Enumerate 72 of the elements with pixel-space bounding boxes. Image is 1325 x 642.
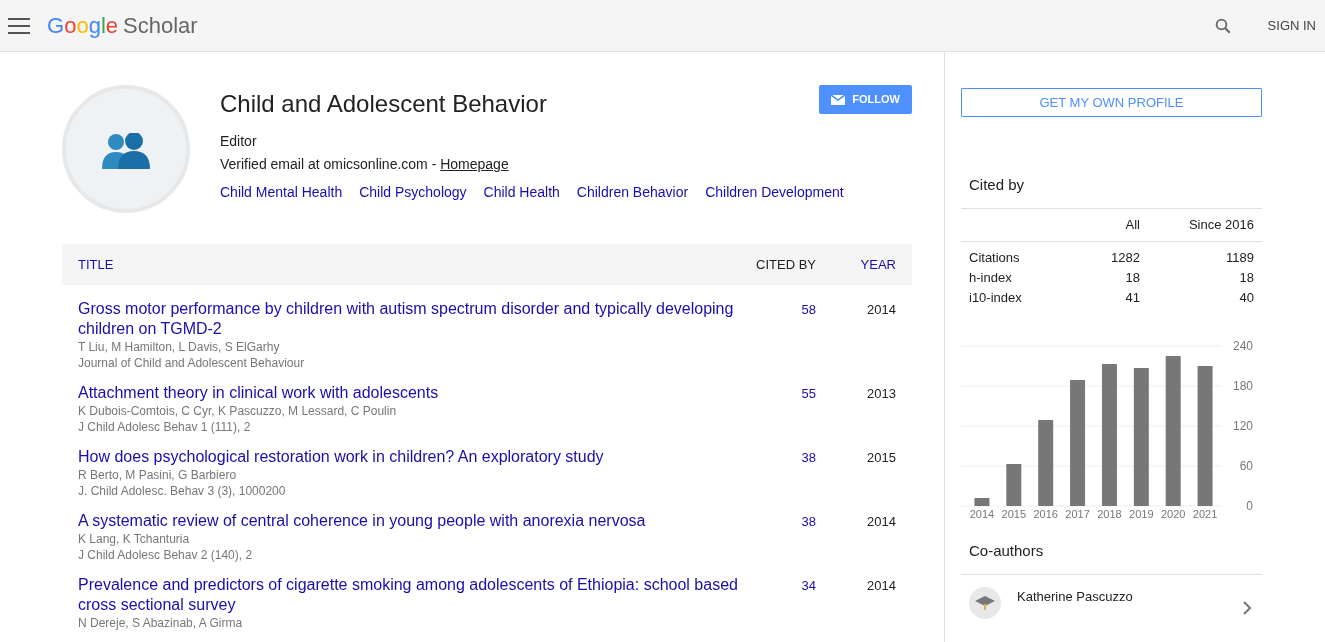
menu-icon[interactable] bbox=[8, 17, 30, 34]
article-authors: T Liu, M Hamilton, L Davis, S ElGarhy bbox=[78, 339, 281, 355]
section-title: Co-authors bbox=[969, 540, 1045, 561]
axis-label: 2019 bbox=[1129, 507, 1154, 520]
axis-label: 2020 bbox=[1160, 507, 1186, 520]
article-venue: J Child Adolesc Behav 1 (111), 2 bbox=[78, 419, 252, 435]
axis-label: 60 bbox=[1239, 458, 1253, 473]
article-year: 2014 bbox=[866, 513, 896, 531]
axis-label: 2016 bbox=[1033, 507, 1058, 520]
logo[interactable]: Google Scholar bbox=[47, 9, 198, 42]
article-year: 2014 bbox=[866, 301, 896, 319]
stats-column-header: Since 2016 bbox=[1187, 215, 1255, 234]
article-authors: K Lang, K Tchanturia bbox=[78, 531, 191, 547]
cited-by-link[interactable]: 34 bbox=[776, 575, 816, 596]
article-venue: J Child Adolesc Behav 2 (140), 2 bbox=[78, 547, 254, 563]
stat-value: 1282 bbox=[1110, 248, 1140, 267]
axis-label: 0 bbox=[1246, 498, 1253, 513]
article-year: 2014 bbox=[866, 577, 896, 595]
interest-link[interactable]: Children Behavior bbox=[576, 182, 689, 203]
affiliation: Editor bbox=[220, 132, 258, 151]
column-header[interactable]: YEAR bbox=[816, 254, 896, 275]
stat-label: h-index bbox=[968, 268, 1013, 287]
stat-value: 18 bbox=[1124, 268, 1140, 287]
mail-icon bbox=[831, 94, 846, 105]
graduation-cap-icon bbox=[975, 596, 995, 610]
axis-label: 180 bbox=[1232, 378, 1253, 393]
interest-link[interactable]: Child Mental Health bbox=[220, 182, 343, 203]
stat-value: 1189 bbox=[1225, 248, 1255, 267]
chart-bar bbox=[974, 497, 990, 506]
stat-value: 40 bbox=[1238, 288, 1255, 307]
stat-value: 41 bbox=[1124, 288, 1140, 307]
column-header[interactable]: TITLE bbox=[78, 254, 716, 275]
article-authors: K Dubois-Comtois, C Cyr, K Pascuzzo, M Lessard, C Poulin bbox=[78, 403, 398, 419]
search-icon[interactable] bbox=[1213, 16, 1232, 35]
stat-value: 18 bbox=[1238, 268, 1255, 287]
stat-label: Citations bbox=[968, 248, 1021, 267]
chevron-right-icon[interactable] bbox=[1242, 601, 1252, 615]
axis-label: 2014 bbox=[969, 507, 995, 520]
stats-column-header: All bbox=[1124, 215, 1140, 234]
article-title-link[interactable]: Prevalence and predictors of cigarette smoking among adolescents of Ethiopia: school based cross sectional survey bbox=[78, 575, 746, 615]
article-title-link[interactable]: Gross motor performance by children with autism spectrum disorder and typically developing children on TGMD-2 bbox=[78, 299, 746, 339]
axis-label: 2017 bbox=[1065, 507, 1090, 520]
cited-by-link[interactable]: 58 bbox=[776, 299, 816, 320]
article-year: 2015 bbox=[866, 449, 896, 467]
chart-bar bbox=[1006, 463, 1022, 506]
interest-link[interactable]: Children Development bbox=[705, 182, 844, 203]
axis-label: 2021 bbox=[1192, 507, 1218, 520]
homepage-link[interactable]: Homepage bbox=[440, 154, 509, 175]
axis-label: 2015 bbox=[1001, 507, 1027, 520]
coauthor-link[interactable]: Katherine Pascuzzo bbox=[1017, 587, 1242, 607]
article-authors: N Dereje, S Abazinab, A Girma bbox=[78, 615, 244, 631]
column-header[interactable]: CITED BY bbox=[716, 254, 816, 275]
article-authors: R Berto, M Pasini, G Barbiero bbox=[78, 467, 238, 483]
article-venue: Journal of Child and Adolescent Behaviour bbox=[78, 355, 306, 371]
sign-in-link[interactable]: SIGN IN bbox=[1267, 15, 1316, 36]
axis-label: 2018 bbox=[1097, 507, 1122, 520]
cited-by-link[interactable]: 38 bbox=[776, 511, 816, 532]
verified-email: Verified email at omicsonline.com - bbox=[220, 155, 438, 174]
article-year: 2013 bbox=[866, 385, 896, 403]
stat-label: i10-index bbox=[968, 288, 1023, 307]
article-title-link[interactable]: A systematic review of central coherence in young people with anorexia nervosa bbox=[78, 511, 746, 531]
cited-by-link[interactable]: 55 bbox=[776, 383, 816, 404]
interest-link[interactable]: Child Psychology bbox=[359, 182, 467, 203]
cited-by-link[interactable]: 38 bbox=[776, 447, 816, 468]
article-title-link[interactable]: How does psychological restoration work in children? An exploratory study bbox=[78, 447, 746, 467]
axis-label: 240 bbox=[1232, 338, 1253, 353]
axis-label: 120 bbox=[1232, 418, 1253, 433]
interest-link[interactable]: Child Health bbox=[483, 182, 560, 203]
article-venue: J. Child Adolesc. Behav 3 (3), 1000200 bbox=[78, 483, 287, 499]
profile-name: Child and Adolescent Behavior bbox=[220, 89, 547, 119]
article-title-link[interactable]: Attachment theory in clinical work with adolescents bbox=[78, 383, 746, 403]
section-title: Cited by bbox=[969, 175, 1026, 195]
